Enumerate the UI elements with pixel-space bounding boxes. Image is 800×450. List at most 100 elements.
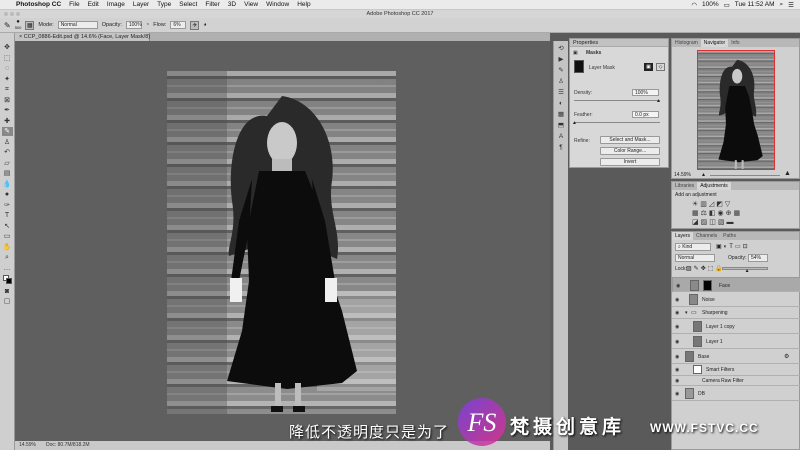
- menu-window[interactable]: Window: [262, 1, 293, 8]
- menu-type[interactable]: Type: [153, 1, 175, 8]
- dodge-tool-icon[interactable]: ●: [2, 190, 13, 199]
- menu-filter[interactable]: Filter: [201, 1, 223, 8]
- eraser-tool-icon[interactable]: ▱: [2, 159, 13, 168]
- lock-transparent-icon[interactable]: ▨: [686, 266, 694, 272]
- tab-adjustments[interactable]: Adjustments: [697, 182, 731, 190]
- pressure-size-icon[interactable]: ◕: [203, 22, 206, 28]
- layer-row-layer1-copy[interactable]: ◉ Layer 1 copy: [672, 319, 800, 334]
- density-slider-track[interactable]: [574, 100, 660, 101]
- menu-app[interactable]: Photoshop CC: [12, 1, 65, 8]
- posterize-icon[interactable]: ▨: [701, 219, 710, 226]
- navigator-zoom-slider[interactable]: [710, 175, 780, 176]
- visibility-eye-icon[interactable]: ◉: [675, 324, 679, 330]
- menu-file[interactable]: File: [65, 1, 83, 8]
- layer-row-face[interactable]: ◉ Face: [672, 277, 800, 292]
- properties-panel-icon[interactable]: ☰: [557, 88, 566, 97]
- levels-icon[interactable]: ▥: [700, 201, 709, 208]
- history-panel-icon[interactable]: ⟲: [557, 44, 566, 53]
- notification-center-icon[interactable]: ☰: [788, 1, 794, 9]
- navigator-thumbnail[interactable]: [697, 50, 775, 170]
- color-lookup-icon[interactable]: ▦: [734, 210, 743, 217]
- color-swatches[interactable]: [2, 274, 13, 285]
- tab-channels[interactable]: Channels: [693, 232, 720, 240]
- lock-position-icon[interactable]: ✥: [701, 266, 708, 272]
- navigator-zoom-field[interactable]: 14.59%: [674, 172, 691, 178]
- color-range-button[interactable]: Color Range...: [600, 147, 660, 155]
- shape-filter-icon[interactable]: ▭: [735, 244, 743, 250]
- feather-slider-track[interactable]: [574, 122, 660, 123]
- tab-histogram[interactable]: Histogram: [672, 39, 701, 47]
- close-icon[interactable]: ×: [19, 34, 22, 40]
- exposure-icon[interactable]: ◩: [716, 201, 725, 208]
- selective-color-icon[interactable]: ▧: [718, 219, 727, 226]
- opacity-popup-thumb[interactable]: ▲: [745, 268, 750, 274]
- feather-slider-thumb[interactable]: ▲: [572, 120, 577, 126]
- paragraph-panel-icon[interactable]: ¶: [557, 143, 566, 152]
- gradient-tool-icon[interactable]: ▤: [2, 169, 13, 178]
- mode-select[interactable]: Normal: [57, 21, 98, 29]
- screen-mode-icon[interactable]: ▢: [2, 297, 13, 306]
- document-tab[interactable]: × CCP_0886-Edit.psd @ 14.6% (Face, Layer…: [15, 33, 154, 41]
- visibility-eye-icon[interactable]: ◉: [675, 310, 679, 316]
- menu-layer[interactable]: Layer: [129, 1, 153, 8]
- black-white-icon[interactable]: ◧: [709, 210, 718, 217]
- zoom-in-icon[interactable]: ▲: [784, 170, 791, 177]
- pen-tool-icon[interactable]: ✑: [2, 201, 13, 210]
- healing-brush-tool-icon[interactable]: ✚: [2, 117, 13, 126]
- layer-opacity-field[interactable]: 54%: [748, 254, 768, 262]
- camera-raw-filter-row[interactable]: ◉ Camera Raw Filter: [672, 376, 800, 386]
- channel-mixer-icon[interactable]: ⊕: [726, 210, 734, 217]
- hand-tool-icon[interactable]: ✋: [2, 243, 13, 252]
- frame-tool-icon[interactable]: ⊠: [2, 96, 13, 105]
- menu-edit[interactable]: Edit: [84, 1, 103, 8]
- group-expand-chevron-icon[interactable]: ▾: [685, 310, 688, 316]
- invert-button[interactable]: Invert: [600, 158, 660, 166]
- vector-mask-button-icon[interactable]: ◇: [656, 63, 665, 71]
- quick-select-tool-icon[interactable]: ✦: [2, 75, 13, 84]
- actions-panel-icon[interactable]: ▶: [557, 55, 566, 64]
- brush-tool-icon[interactable]: ✎: [4, 21, 11, 30]
- styles-panel-icon[interactable]: ⬒: [557, 121, 566, 130]
- threshold-icon[interactable]: ◫: [709, 219, 718, 226]
- feather-field[interactable]: 0.0 px: [632, 111, 659, 118]
- pixel-mask-button-icon[interactable]: ▣: [644, 63, 653, 71]
- tab-layers[interactable]: Layers: [672, 232, 694, 240]
- clock[interactable]: Tue 11:52 AM: [735, 1, 775, 8]
- crop-tool-icon[interactable]: ⌗: [2, 85, 13, 94]
- quick-mask-icon[interactable]: ◙: [2, 287, 13, 296]
- tab-navigator[interactable]: Navigator: [700, 39, 729, 47]
- blend-mode-select[interactable]: Normal: [675, 254, 715, 262]
- hue-saturation-icon[interactable]: ▦: [692, 210, 701, 217]
- airbrush-icon[interactable]: ✈: [190, 20, 200, 30]
- layer-row-layer1[interactable]: ◉ Layer 1: [672, 334, 800, 349]
- layer-mask-thumbnail[interactable]: [574, 60, 584, 73]
- clone-source-panel-icon[interactable]: ♙: [557, 77, 566, 86]
- invert-adjust-icon[interactable]: ◪: [692, 219, 701, 226]
- visibility-eye-icon[interactable]: ◉: [675, 339, 679, 345]
- layer-mask-thumbnail-face[interactable]: [703, 280, 712, 291]
- opacity-popup-slider[interactable]: ▲: [722, 267, 768, 274]
- background-color-swatch[interactable]: [5, 278, 12, 284]
- zoom-out-icon[interactable]: ▴: [702, 171, 705, 178]
- pressure-opacity-icon[interactable]: ◔: [146, 22, 149, 28]
- menu-view[interactable]: View: [240, 1, 262, 8]
- history-brush-tool-icon[interactable]: ↶: [2, 148, 13, 157]
- eyedropper-tool-icon[interactable]: ✒: [2, 106, 13, 115]
- spotlight-search-icon[interactable]: ⌕: [780, 1, 784, 9]
- vibrance-icon[interactable]: ▽: [725, 201, 732, 208]
- visibility-eye-icon[interactable]: ◉: [675, 367, 679, 373]
- photo-filter-icon[interactable]: ◉: [718, 210, 726, 217]
- menu-select[interactable]: Select: [175, 1, 201, 8]
- document-size[interactable]: Doc: 80.7M/818.2M: [46, 441, 90, 450]
- density-field[interactable]: 100%: [632, 89, 659, 96]
- visibility-eye-icon[interactable]: ◉: [675, 378, 679, 384]
- brush-panel-toggle-icon[interactable]: ▦: [25, 20, 35, 30]
- brush-settings-panel-icon[interactable]: ✎: [557, 66, 566, 75]
- more-tools-icon[interactable]: …: [2, 264, 13, 273]
- density-slider-thumb[interactable]: ▲: [656, 98, 661, 104]
- opacity-field[interactable]: 100%: [125, 21, 142, 29]
- tab-info[interactable]: Info: [728, 39, 742, 47]
- window-controls[interactable]: [4, 12, 20, 16]
- select-and-mask-button[interactable]: Select and Mask...: [600, 136, 660, 144]
- filter-kind-select[interactable]: ⌕ Kind: [675, 243, 711, 251]
